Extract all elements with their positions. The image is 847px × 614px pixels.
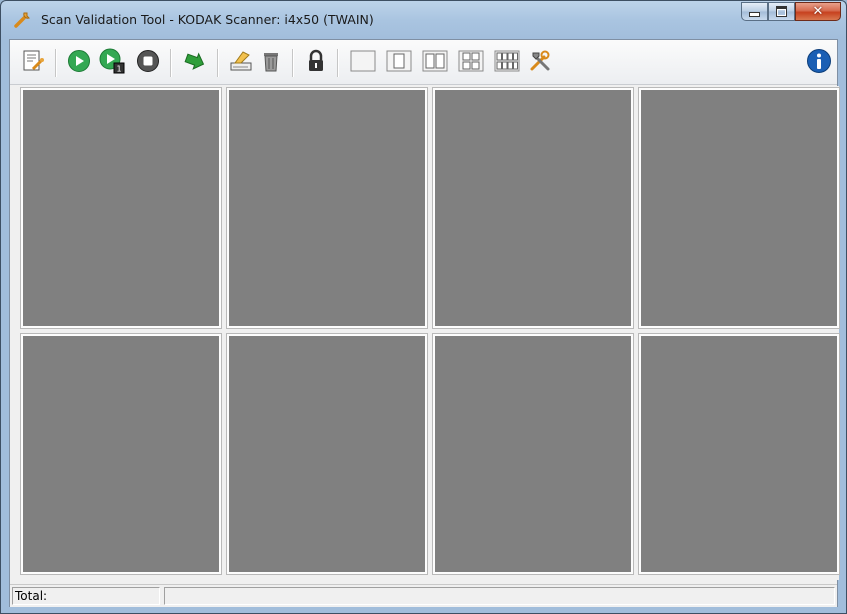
title-bar[interactable]: Scan Validation Tool - KODAK Scanner: i4…	[1, 1, 846, 39]
status-bar: Total:	[10, 584, 837, 607]
delete-button[interactable]	[258, 50, 284, 76]
image-cell[interactable]	[226, 87, 428, 329]
two-images-view-icon	[422, 49, 448, 77]
two-images-view-button[interactable]	[422, 50, 448, 76]
tools-icon	[528, 49, 552, 77]
image-cell[interactable]	[432, 87, 634, 329]
svg-text:1: 1	[116, 65, 121, 74]
image-cell[interactable]	[638, 333, 840, 575]
minimize-icon	[749, 12, 760, 17]
stop-scan-button[interactable]	[135, 50, 161, 76]
eight-images-view-button[interactable]	[494, 50, 520, 76]
tools-button[interactable]	[527, 50, 553, 76]
start-scan-button[interactable]	[66, 50, 92, 76]
image-address-icon	[229, 49, 253, 77]
scan-one-page-icon: 1	[99, 48, 125, 78]
maximize-icon	[776, 6, 787, 17]
image-cell[interactable]	[432, 333, 634, 575]
stop-scan-icon	[136, 49, 160, 77]
toolbar-separator	[337, 49, 339, 77]
setup-button[interactable]	[20, 50, 46, 76]
four-images-view-icon	[458, 49, 484, 77]
wrench-app-icon	[13, 9, 33, 29]
no-images-view-button[interactable]	[350, 50, 376, 76]
client-area: 1 Total:	[9, 39, 840, 607]
delete-icon	[259, 49, 283, 77]
go-to-next-icon	[183, 49, 207, 77]
close-icon: ✕	[812, 4, 824, 19]
window-title: Scan Validation Tool - KODAK Scanner: i4…	[41, 12, 374, 27]
image-cell[interactable]	[20, 87, 222, 329]
about-button[interactable]	[806, 48, 832, 78]
image-cell[interactable]	[226, 333, 428, 575]
close-button[interactable]: ✕	[795, 2, 841, 21]
image-cell[interactable]	[20, 333, 222, 575]
one-image-view-button[interactable]	[386, 50, 412, 76]
lock-icon	[304, 49, 328, 77]
maximize-button[interactable]	[768, 2, 795, 21]
minimize-button[interactable]	[741, 2, 768, 21]
go-to-next-button[interactable]	[182, 50, 208, 76]
info-icon	[806, 48, 832, 78]
image-cell[interactable]	[638, 87, 840, 329]
lock-button[interactable]	[303, 49, 329, 77]
toolbar: 1	[10, 40, 837, 85]
setup-icon	[21, 49, 45, 77]
toolbar-separator	[55, 49, 57, 77]
status-message	[164, 587, 835, 605]
toolbar-separator	[217, 49, 219, 77]
scan-one-page-button[interactable]: 1	[99, 48, 125, 78]
status-total: Total:	[12, 587, 160, 605]
image-address-button[interactable]	[228, 50, 254, 76]
toolbar-separator	[292, 49, 294, 77]
eight-images-view-icon	[494, 49, 520, 77]
scan-validation-window: Scan Validation Tool - KODAK Scanner: i4…	[0, 0, 847, 614]
one-image-view-icon	[386, 49, 412, 77]
caption-buttons: ✕	[741, 2, 841, 23]
toolbar-separator	[170, 49, 172, 77]
image-grid	[18, 86, 840, 575]
no-images-view-icon	[350, 49, 376, 77]
four-images-view-button[interactable]	[458, 50, 484, 76]
start-scan-icon	[67, 49, 91, 77]
image-viewer	[18, 86, 840, 580]
